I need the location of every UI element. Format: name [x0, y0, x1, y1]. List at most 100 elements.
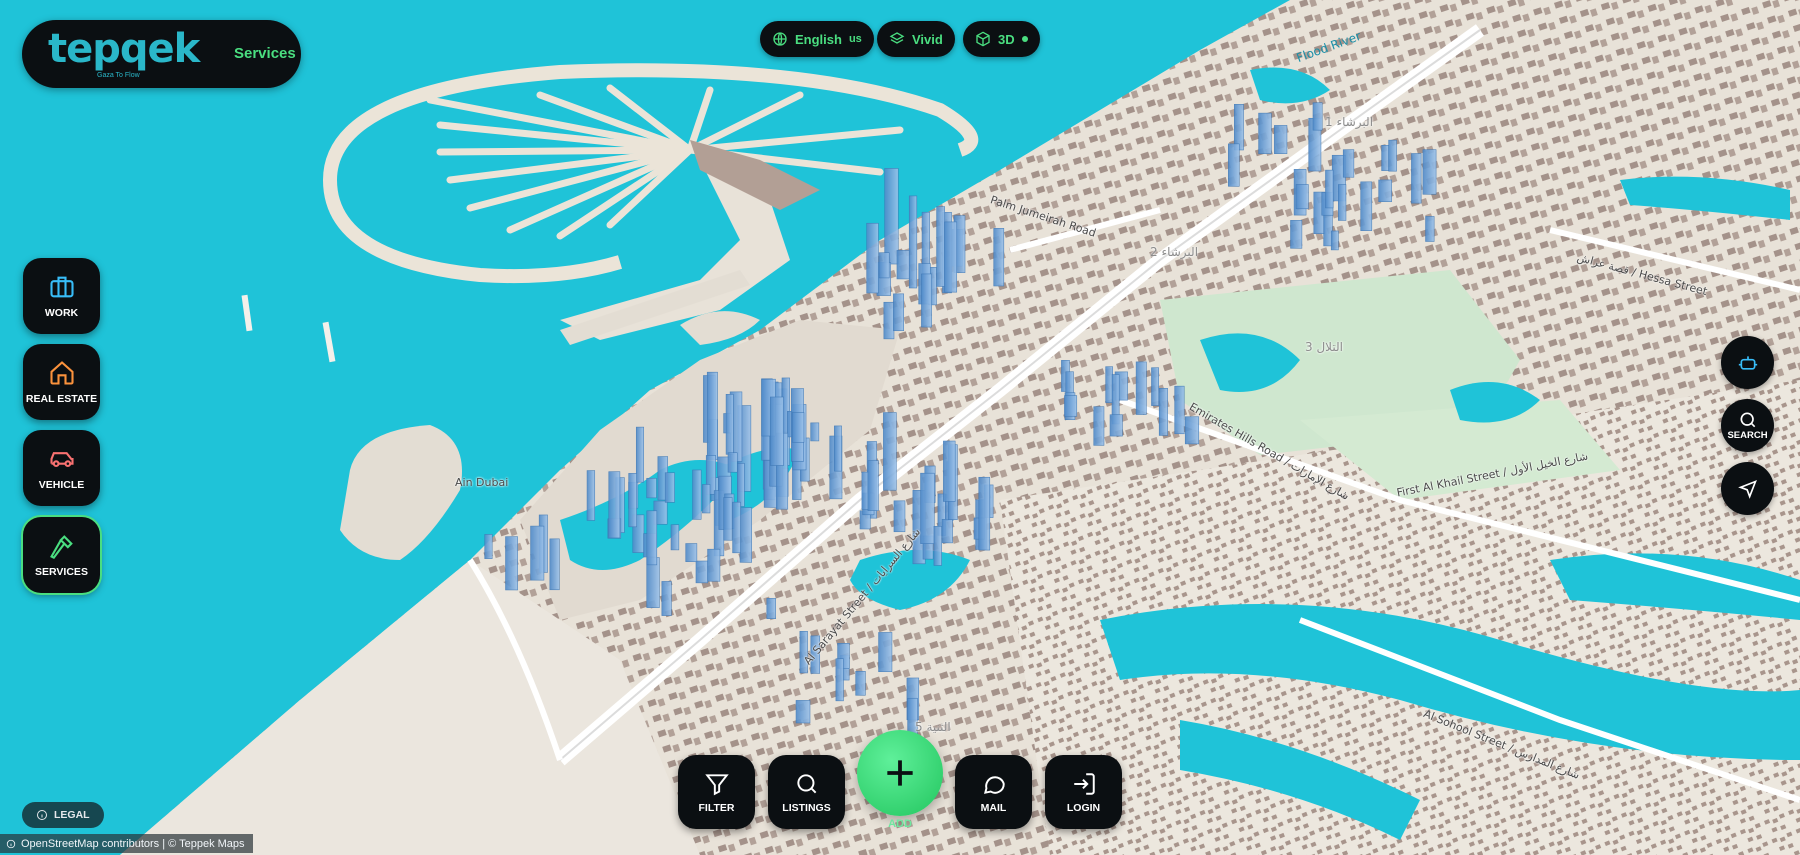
tower-building [1342, 149, 1355, 178]
tower-building [978, 476, 991, 551]
tower-building [739, 507, 752, 563]
filter-button[interactable]: FILTER [678, 755, 755, 829]
tower-building [944, 221, 958, 293]
tower-building [646, 477, 657, 499]
map-label-district-5: الثنية 5 [915, 720, 951, 734]
search-button-label: SEARCH [1727, 430, 1768, 441]
tower-building [1093, 406, 1105, 446]
tower-building [1135, 361, 1147, 415]
globe-icon [773, 32, 787, 46]
listings-button[interactable]: LISTINGS [768, 755, 845, 829]
chat-bubble-icon [983, 775, 1005, 794]
tower-building [810, 422, 820, 442]
tower-building [723, 497, 733, 541]
tower-building [725, 393, 734, 455]
language-label: English [795, 31, 842, 47]
category-vehicle-label: VEHICLE [38, 479, 85, 491]
briefcase-icon [49, 276, 74, 298]
tower-building [1360, 181, 1373, 231]
tower-building [936, 206, 945, 287]
legal-label: LEGAL [54, 809, 90, 821]
cube-icon [976, 31, 990, 47]
tower-building [1290, 220, 1303, 249]
tower-building [530, 525, 545, 581]
brand-section-label: Services [234, 45, 296, 62]
assistant-button[interactable] [1721, 336, 1774, 389]
map-label-district-2: البرشاء 2 [1150, 245, 1199, 259]
tower-building [1151, 367, 1159, 406]
tower-building [933, 525, 942, 566]
filter-icon [704, 773, 729, 795]
tower-building [685, 543, 698, 562]
tower-building [1109, 414, 1123, 437]
tower-building [941, 518, 953, 544]
navigation-arrow-icon [1737, 479, 1757, 499]
tower-building [1422, 149, 1437, 195]
tower-building [727, 452, 738, 473]
tower-building [646, 510, 658, 566]
tower-building [883, 301, 895, 340]
tower-building [1325, 169, 1334, 209]
add-button[interactable] [857, 730, 943, 816]
filter-label: FILTER [698, 801, 735, 814]
mail-button[interactable]: MAIL [955, 755, 1032, 829]
tower-building [608, 471, 621, 539]
map-canvas[interactable] [0, 0, 1800, 855]
brand-header[interactable]: tepqek Gaza To Flow Services [22, 20, 301, 88]
tower-building [1105, 366, 1113, 404]
locate-button[interactable] [1721, 462, 1774, 515]
tower-building [1295, 184, 1309, 210]
view-mode-label: 3D [998, 31, 1015, 47]
tower-building [1388, 139, 1397, 172]
map-style-label: Vivid [912, 31, 943, 47]
category-vehicle-button[interactable]: VEHICLE [23, 430, 100, 506]
tower-building [943, 440, 956, 502]
tower-building [695, 560, 709, 584]
view-mode-indicator [1021, 36, 1028, 42]
tower-building [549, 538, 560, 591]
tower-building [1274, 125, 1288, 154]
map-label-district-3: التلال 3 [1305, 340, 1343, 354]
mail-label: MAIL [980, 801, 1007, 814]
login-icon [1073, 772, 1095, 795]
tower-building [1064, 395, 1078, 417]
tower-building [878, 252, 890, 279]
tower-building [1184, 416, 1200, 445]
map-style-selector[interactable]: Vivid [877, 21, 955, 57]
brand-tagline: Gaza To Flow [97, 72, 140, 79]
attribution-text: OpenStreetMap contributors | © Teppek Ma… [21, 837, 245, 850]
search-icon [796, 773, 816, 793]
plus-icon [887, 760, 913, 786]
tower-building [505, 536, 518, 591]
category-services-label: SERVICES [35, 566, 88, 578]
tower-building [884, 168, 899, 265]
category-services-button[interactable]: SERVICES [23, 517, 100, 593]
tower-building [896, 250, 910, 280]
add-label: ADD [888, 818, 912, 830]
category-real-estate-button[interactable]: REAL ESTATE [23, 344, 100, 420]
tower-building [1338, 184, 1347, 221]
tower-building [834, 425, 842, 472]
tower-building [586, 470, 596, 521]
tower-building [883, 412, 897, 491]
tower-building [1174, 385, 1185, 435]
category-real-estate-label: REAL ESTATE [25, 393, 98, 405]
map-label-district-1: البرشاء 1 [1325, 115, 1374, 129]
tower-building [692, 469, 702, 520]
tower-building [732, 501, 741, 554]
category-work-button[interactable]: WORK [23, 258, 100, 334]
search-button[interactable]: SEARCH [1721, 399, 1774, 452]
category-work-label: WORK [44, 307, 79, 319]
tower-building [791, 412, 805, 443]
language-selector[interactable]: English us [760, 21, 874, 57]
tower-building [835, 658, 844, 702]
login-button[interactable]: LOGIN [1045, 755, 1122, 829]
tower-building [867, 460, 879, 511]
search-icon [1740, 412, 1755, 428]
tower-building [707, 548, 721, 582]
tower-building [1228, 143, 1240, 187]
tower-building [1425, 216, 1435, 242]
map-attribution[interactable]: OpenStreetMap contributors | © Teppek Ma… [0, 834, 253, 853]
view-mode-toggle[interactable]: 3D [963, 21, 1040, 57]
legal-button[interactable]: LEGAL [22, 802, 104, 828]
